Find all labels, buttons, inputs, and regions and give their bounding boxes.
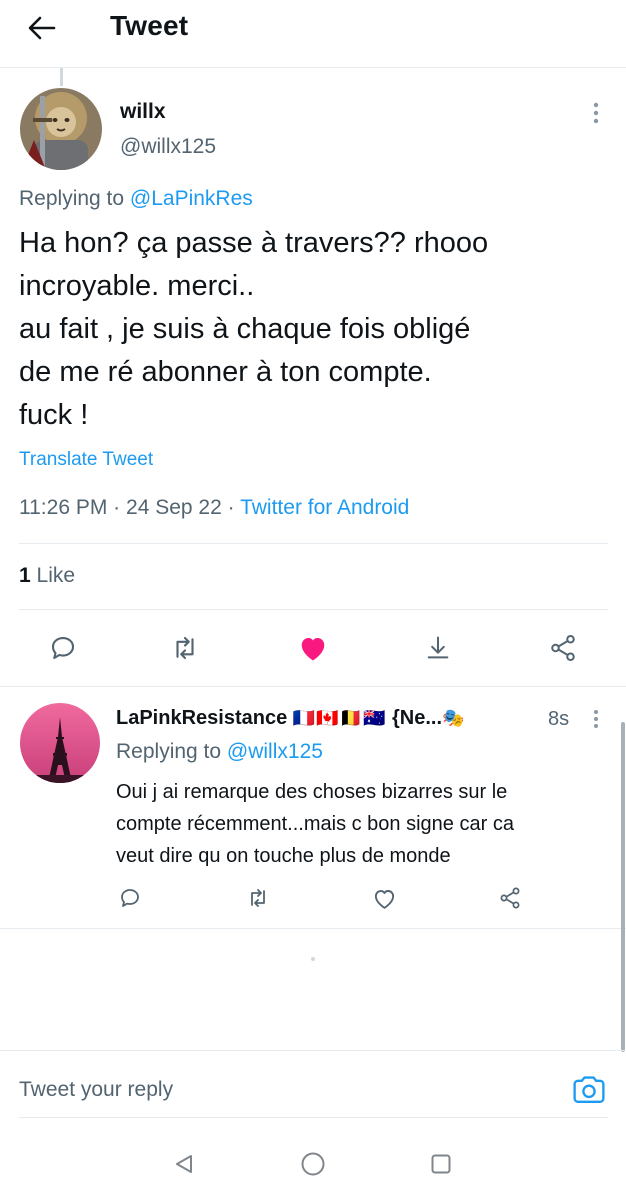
divider [19, 543, 608, 544]
reply-replying-to-line: Replying to @willx125 [116, 740, 323, 764]
thread-connector-line [60, 68, 63, 86]
translate-tweet-link[interactable]: Translate Tweet [19, 449, 153, 471]
circle-home-icon [301, 1152, 325, 1176]
reply-like-button[interactable] [368, 882, 400, 914]
tweet-text-line: Ha hon? ça passe à travers?? rhooo [19, 227, 489, 259]
reply-button[interactable] [43, 628, 83, 668]
loading-indicator [311, 957, 315, 961]
page-title: Tweet [110, 10, 189, 41]
tweet-text-line: fuck ! [19, 399, 89, 431]
top-app-bar: Tweet [0, 0, 626, 68]
comment-icon [51, 636, 75, 660]
reply-retweet-button[interactable] [242, 882, 274, 914]
square-recents-icon [431, 1154, 451, 1174]
reply-input[interactable] [19, 1074, 559, 1106]
retweet-icon [176, 636, 194, 660]
divider [19, 609, 608, 610]
more-options-button[interactable] [585, 96, 607, 130]
reply-text-line: compte récemment...mais c bon signe car … [116, 813, 514, 835]
tweet-text-line: au fait , je suis à chaque fois obligé [19, 313, 471, 345]
download-icon [427, 636, 449, 659]
avatar[interactable] [20, 88, 102, 170]
more-vertical-icon [594, 710, 598, 728]
retweet-button[interactable] [165, 628, 205, 668]
meta-separator: · [227, 496, 235, 519]
reply-text-line: Oui j ai remarque des choses bizarres su… [116, 781, 508, 803]
divider [0, 928, 626, 929]
share-button[interactable] [543, 628, 583, 668]
scrollbar[interactable] [621, 722, 625, 1052]
heart-outline-icon [374, 889, 394, 909]
masks-emoji: 🎭 [442, 708, 466, 728]
share-icon [551, 635, 575, 661]
replying-to-prefix: Replying to [19, 187, 125, 210]
reply-more-options-button[interactable] [586, 704, 606, 734]
nav-recents-button[interactable] [425, 1148, 457, 1180]
add-photo-button[interactable] [570, 1071, 608, 1109]
divider [0, 686, 626, 687]
divider [19, 1117, 608, 1118]
comment-icon [121, 889, 139, 907]
author-name[interactable]: willx [120, 100, 166, 124]
reply-timestamp: 8s [548, 708, 570, 730]
meta-separator: · [113, 496, 121, 519]
replying-to-mention[interactable]: @willx125 [227, 740, 323, 763]
reply-author-name: LaPinkResistance [116, 707, 288, 729]
like-label: Like [36, 564, 76, 587]
camera-icon [573, 1076, 605, 1103]
arrow-left-icon [28, 16, 56, 40]
system-navigation-bar [0, 1130, 626, 1200]
tweet-metadata: 11:26 PM · 24 Sep 22 · Twitter for Andro… [19, 496, 409, 520]
tweet-time: 11:26 PM [19, 496, 108, 519]
tweet-text: Ha hon? ça passe à travers?? rhooo incro… [19, 222, 609, 437]
like-count: 1 [19, 564, 31, 587]
tweet-source-link[interactable]: Twitter for Android [240, 496, 409, 519]
retweet-icon [251, 889, 265, 907]
reply-author-name-suffix: {Ne... [391, 707, 443, 729]
triangle-back-icon [176, 1155, 192, 1173]
share-icon [500, 887, 520, 909]
tweet-text-line: incroyable. merci.. [19, 270, 255, 302]
nav-back-button[interactable] [168, 1148, 200, 1180]
tweet-date: 24 Sep 22 [126, 496, 222, 519]
reply-avatar[interactable] [20, 703, 100, 783]
tweet-text-line: de me ré abonner à ton compte. [19, 356, 432, 388]
likes-count-link[interactable]: 1 Like [19, 564, 75, 588]
replying-to-mention[interactable]: @LaPinkRes [130, 187, 253, 210]
bookmark-share-button[interactable] [418, 628, 458, 668]
like-button[interactable] [293, 628, 333, 668]
lion-knight-avatar-image [20, 88, 102, 170]
nav-home-button[interactable] [297, 1148, 329, 1180]
author-handle[interactable]: @willx125 [120, 135, 216, 159]
eiffel-tower-avatar-image [20, 703, 100, 783]
flag-emojis: 🇫🇷🇨🇦🇧🇪🇦🇺 [292, 708, 387, 728]
replying-to-prefix: Replying to [116, 740, 222, 763]
reply-comment-button[interactable] [114, 882, 146, 914]
back-button[interactable] [22, 8, 62, 48]
reply-text: Oui j ai remarque des choses bizarres su… [116, 776, 596, 872]
heart-filled-icon [301, 638, 325, 661]
reply-author-line[interactable]: LaPinkResistance 🇫🇷🇨🇦🇧🇪🇦🇺 {Ne...🎭 [116, 707, 465, 730]
reply-text-line: veut dire qu on touche plus de monde [116, 845, 451, 867]
reply-share-button[interactable] [494, 882, 526, 914]
more-vertical-icon [593, 102, 599, 124]
divider [0, 1050, 626, 1051]
replying-to-line: Replying to @LaPinkRes [19, 187, 253, 211]
